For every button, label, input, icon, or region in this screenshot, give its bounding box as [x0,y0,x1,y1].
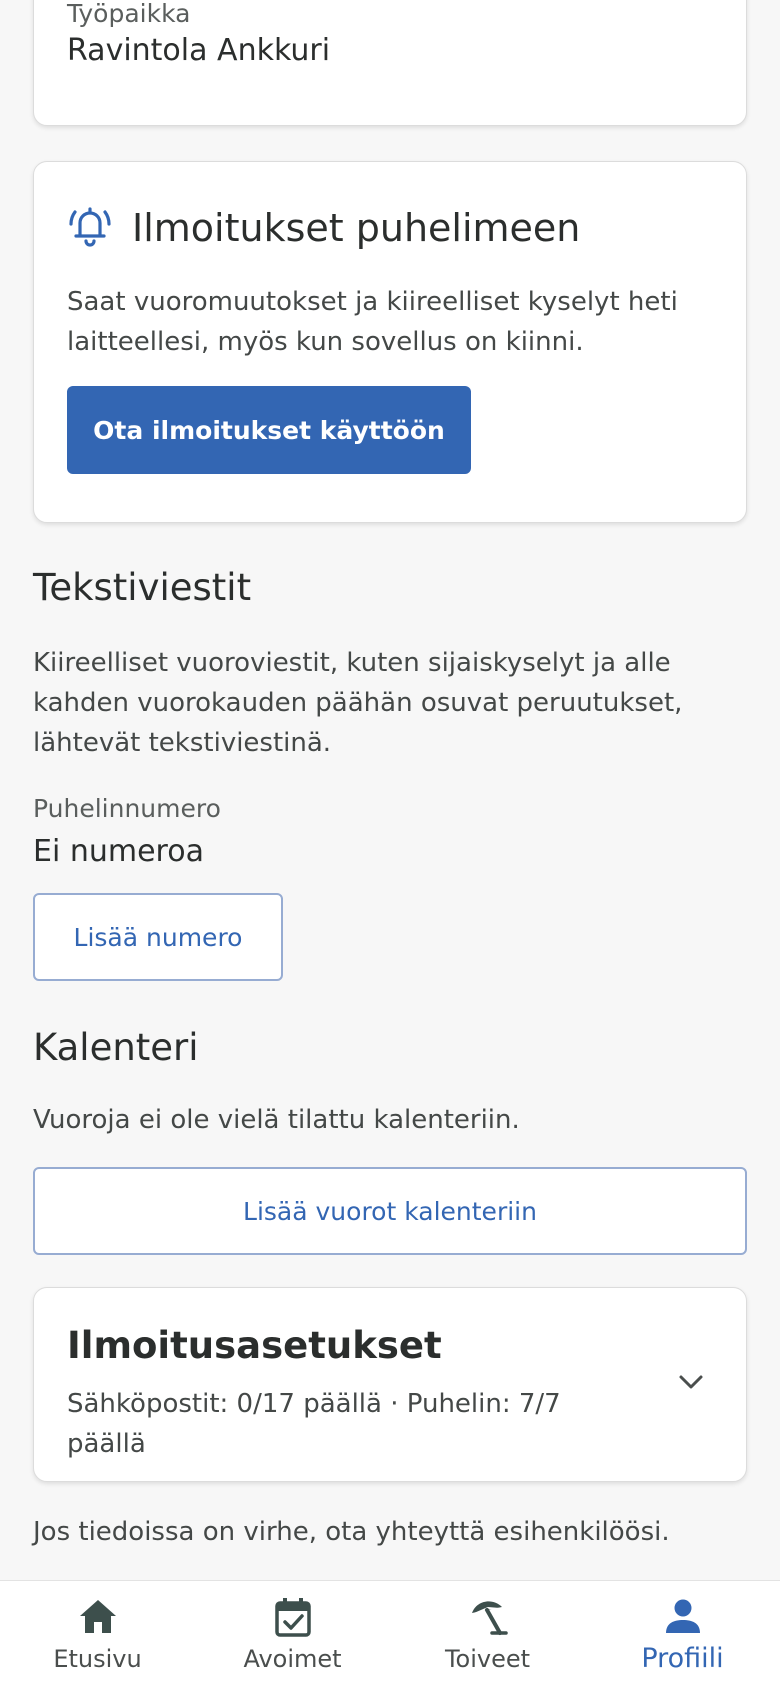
enable-notifications-button[interactable]: Ota ilmoitukset käyttöön [67,386,471,474]
bottom-navigation: Etusivu Avoimet Toiveet Profiili [0,1580,780,1688]
workplace-value: Ravintola Ankkuri [67,33,331,68]
beach-umbrella-icon [471,1601,508,1635]
workplace-label: Työpaikka [67,0,191,28]
sms-section-title: Tekstiviestit [33,566,252,609]
nav-label-open-shifts: Avoimet [243,1645,342,1673]
notification-settings-summary: Sähköpostit: 0/17 päällä · Puhelin: 7/7 … [67,1389,561,1459]
calendar-status: Vuoroja ei ole vielä tilattu kalenteriin… [33,1105,520,1135]
nav-item-home[interactable]: Etusivu [0,1581,195,1688]
nav-label-wishes: Toiveet [444,1645,531,1673]
chevron-down-icon[interactable] [676,1372,706,1392]
nav-label-home: Etusivu [53,1645,142,1673]
notification-settings-title: Ilmoitusasetukset [67,1324,442,1367]
workplace-card: Työpaikka Ravintola Ankkuri [33,0,747,126]
bell-icon [69,207,111,247]
nav-label-profile: Profiili [641,1643,724,1674]
nav-item-profile[interactable]: Profiili [585,1581,780,1688]
calendar-check-icon [274,1598,311,1637]
calendar-section-title: Kalenteri [33,1026,199,1069]
footer-note: Jos tiedoissa on virhe, ota yhteyttä esi… [33,1517,670,1547]
nav-item-wishes[interactable]: Toiveet [390,1581,585,1688]
push-notifications-title: Ilmoitukset puhelimeen [132,206,581,250]
nav-item-open-shifts[interactable]: Avoimet [195,1581,390,1688]
add-number-button[interactable]: Lisää numero [33,893,283,981]
push-notifications-card: Ilmoitukset puhelimeen Saat vuoromuutoks… [33,161,747,523]
person-icon [665,1599,700,1633]
notification-settings-accordion[interactable]: Ilmoitusasetukset Sähköpostit: 0/17 pääl… [33,1287,747,1482]
push-notifications-description: Saat vuoromuutokset ja kiireelliset kyse… [67,287,678,357]
add-shifts-to-calendar-button[interactable]: Lisää vuorot kalenteriin [33,1167,747,1255]
phone-number-value: Ei numeroa [33,834,204,869]
home-icon [79,1600,116,1633]
profile-page: Työpaikka Ravintola Ankkuri Ilmoitukset … [0,0,780,1688]
sms-description: Kiireelliset vuoroviestit, kuten sijaisk… [33,648,683,758]
phone-number-label: Puhelinnumero [33,794,221,823]
